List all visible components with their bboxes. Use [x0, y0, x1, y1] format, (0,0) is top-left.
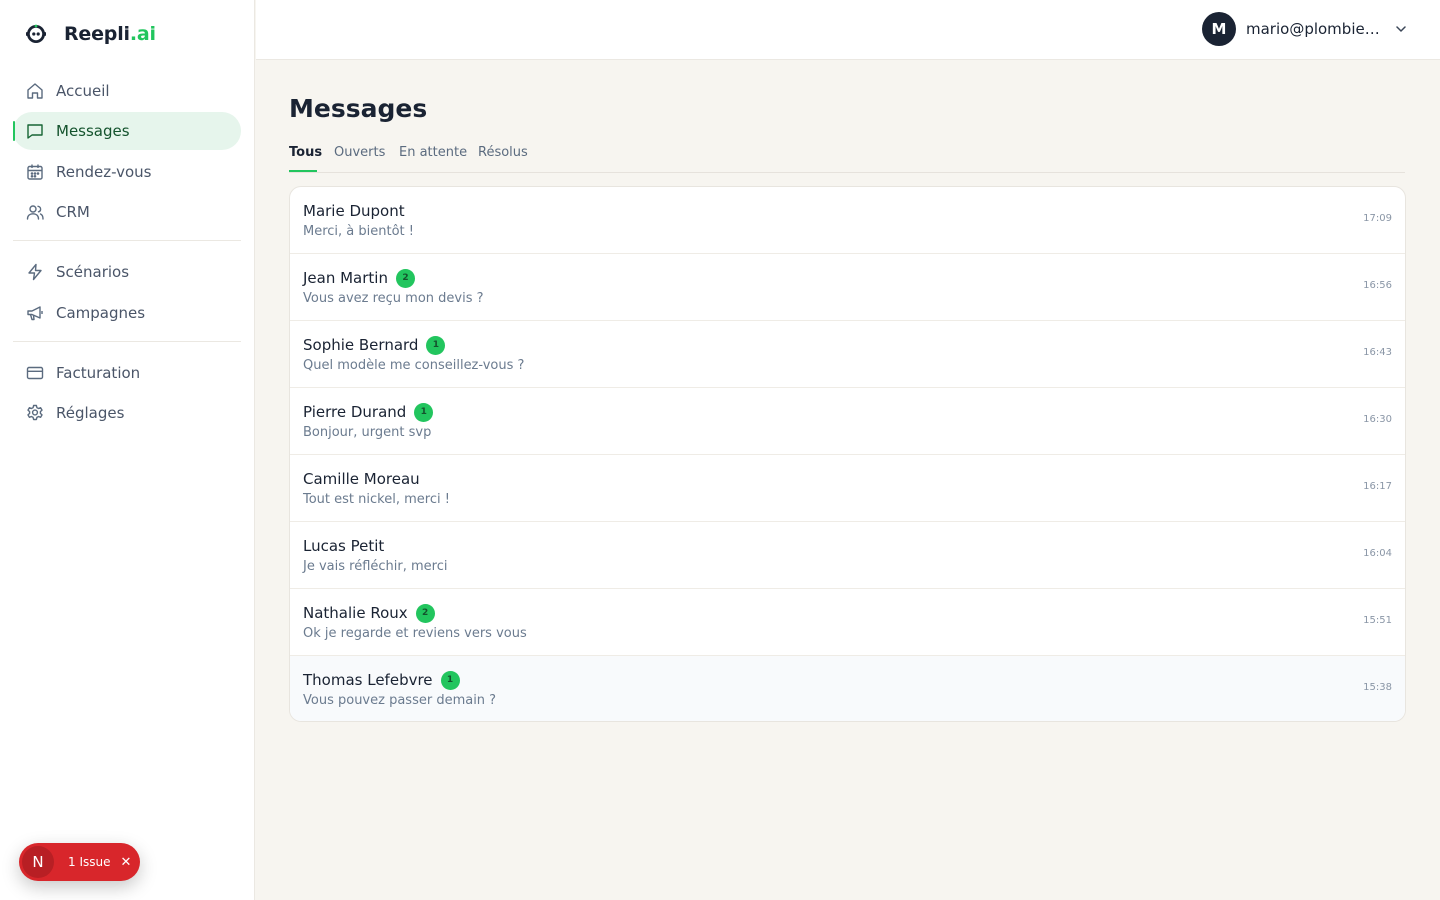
brand[interactable]: Reepli.ai: [24, 20, 156, 48]
contact-name: Thomas Lefebvre: [303, 671, 433, 689]
sidebar: Reepli.ai Accueil Messages Rendez-vous C…: [0, 0, 255, 900]
contact-name: Lucas Petit: [303, 537, 385, 555]
unread-badge: 2: [415, 603, 435, 623]
sidebar-item-label: Réglages: [56, 403, 125, 422]
message-preview: Ok je regarde et reviens vers vous: [303, 626, 527, 641]
sidebar-item-scenarios[interactable]: Scénarios: [13, 253, 241, 291]
credit-card-icon: [26, 366, 44, 379]
sidebar-item-reglages[interactable]: Réglages: [13, 394, 241, 432]
sidebar-item-label: Scénarios: [56, 263, 130, 282]
message-time: 17:09: [1363, 213, 1392, 224]
issue-avatar: N: [22, 846, 54, 878]
user-menu[interactable]: M mario@plombier-...: [1202, 12, 1408, 46]
conversation-list: Marie Dupont Merci, à bientôt ! 17:09 Je…: [289, 186, 1406, 722]
message-time: 15:51: [1363, 615, 1392, 626]
sidebar-item-accueil[interactable]: Accueil: [13, 72, 241, 110]
avatar: M: [1202, 12, 1236, 46]
sidebar-item-label: Rendez-vous: [56, 162, 152, 181]
conversation-row[interactable]: Lucas Petit Je vais réfléchir, merci 16:…: [290, 522, 1405, 589]
gear-icon: [27, 404, 43, 421]
issue-count-label: 1 Issue: [68, 855, 111, 869]
calendar-icon: [27, 164, 43, 180]
conversation-row[interactable]: Thomas Lefebvre 1 Vous pouvez passer dema…: [290, 656, 1405, 721]
conversation-row[interactable]: Sophie Bernard 1 Quel modèle me conseille…: [290, 321, 1405, 388]
nav-divider: [13, 240, 241, 242]
message-time: 16:56: [1363, 280, 1392, 291]
unread-badge: 1: [440, 670, 460, 690]
conversation-row[interactable]: Camille Moreau Tout est nickel, merci ! …: [290, 455, 1405, 522]
contact-name: Sophie Bernard: [303, 336, 419, 354]
sidebar-item-messages[interactable]: Messages: [13, 112, 241, 151]
users-icon: [26, 205, 44, 220]
sidebar-item-label: Messages: [56, 122, 130, 141]
robot-logo-icon: [26, 24, 46, 43]
tab-ouverts[interactable]: Ouverts: [334, 145, 385, 160]
message-icon: [27, 124, 43, 140]
contact-name: Marie Dupont: [303, 202, 405, 220]
message-preview: Je vais réfléchir, merci: [303, 559, 448, 574]
message-preview: Vous avez reçu mon devis ?: [303, 291, 484, 306]
home-icon: [27, 83, 43, 99]
message-preview: Bonjour, urgent svp: [303, 425, 432, 440]
sidebar-item-rendez-vous[interactable]: Rendez-vous: [13, 153, 241, 191]
contact-name: Pierre Durand: [303, 403, 407, 421]
contact-name: Nathalie Roux: [303, 604, 408, 622]
sidebar-item-facturation[interactable]: Facturation: [13, 354, 241, 392]
unread-badge: 1: [426, 335, 446, 355]
message-filter-tabs: Tous Ouverts En attente Résolus: [289, 142, 1405, 173]
message-time: 16:43: [1363, 347, 1392, 358]
sidebar-item-label: Facturation: [56, 363, 141, 382]
sidebar-nav: Accueil Messages Rendez-vous CRM Scénari…: [13, 72, 241, 434]
conversation-row[interactable]: Nathalie Roux 2 Ok je regarde et reviens …: [290, 589, 1405, 656]
message-preview: Merci, à bientôt !: [303, 224, 414, 239]
sidebar-item-label: Accueil: [56, 82, 110, 100]
message-time: 16:30: [1363, 414, 1392, 425]
message-time: 15:38: [1363, 682, 1392, 693]
unread-badge: 1: [414, 402, 434, 422]
tab-tous[interactable]: Tous: [289, 145, 322, 160]
user-email: mario@plombier-...: [1246, 20, 1382, 38]
contact-name: Camille Moreau: [303, 470, 420, 488]
page-title: Messages: [289, 94, 428, 123]
sidebar-item-label: CRM: [56, 203, 90, 222]
conversation-row[interactable]: Jean Martin 2 Vous avez reçu mon devis ? …: [290, 254, 1405, 321]
topbar: M mario@plombier-...: [256, 0, 1440, 60]
bolt-icon: [28, 263, 42, 281]
contact-name: Jean Martin: [303, 269, 388, 287]
sidebar-item-label: Campagnes: [56, 303, 146, 322]
conversation-row[interactable]: Pierre Durand 1 Bonjour, urgent svp 16:30: [290, 388, 1405, 455]
message-preview: Vous pouvez passer demain ?: [303, 693, 497, 708]
message-time: 16:04: [1363, 548, 1392, 559]
message-time: 16:17: [1363, 481, 1392, 492]
conversation-row[interactable]: Marie Dupont Merci, à bientôt ! 17:09: [290, 187, 1405, 254]
active-tab-indicator: [289, 170, 317, 172]
nav-divider: [13, 340, 241, 342]
sidebar-item-crm[interactable]: CRM: [13, 193, 241, 231]
message-preview: Quel modèle me conseillez-vous ?: [303, 358, 525, 373]
sidebar-item-campagnes[interactable]: Campagnes: [13, 294, 241, 332]
chevron-down-icon[interactable]: [1394, 22, 1408, 36]
message-preview: Tout est nickel, merci !: [303, 492, 450, 507]
megaphone-icon: [27, 305, 43, 320]
brand-name: Reepli.ai: [64, 23, 156, 45]
issues-indicator[interactable]: N 1 Issue ✕: [19, 843, 140, 881]
tab-resolus[interactable]: Résolus: [478, 145, 528, 160]
unread-badge: 2: [395, 268, 415, 288]
close-icon[interactable]: ✕: [120, 855, 131, 870]
tab-en-attente[interactable]: En attente: [399, 145, 467, 160]
